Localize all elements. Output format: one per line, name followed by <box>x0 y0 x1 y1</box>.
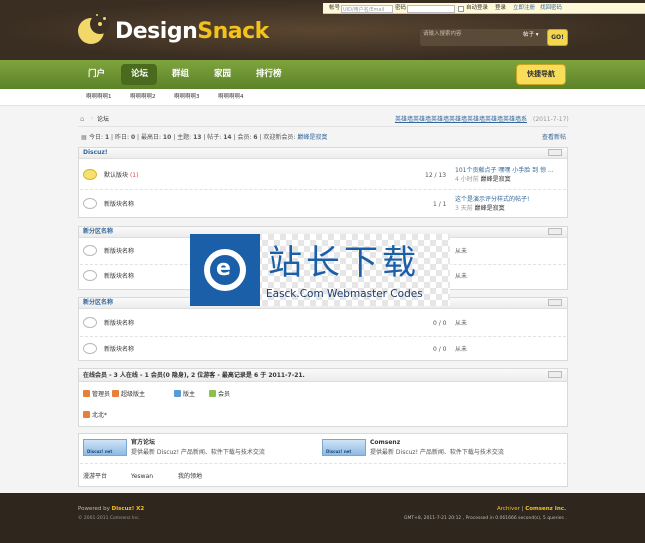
star-icon <box>98 22 102 26</box>
collapse-icon[interactable] <box>548 228 562 235</box>
quick-nav-button[interactable]: 快捷导航 <box>516 64 566 85</box>
last-post-info: 4 小时前 巅峰是寂寞 <box>455 176 511 183</box>
search-button[interactable]: GO! <box>547 29 568 46</box>
super-mod-icon <box>112 390 119 397</box>
subnav-item[interactable]: 啊啊啊啊1 <box>86 94 112 101</box>
copyright: © 2001-2011 Comsenz Inc. <box>78 516 141 521</box>
forum-name[interactable]: 新版块名称 <box>104 249 134 255</box>
online-user[interactable]: 北北* <box>92 413 107 419</box>
new-member-link[interactable]: 巅峰是寂寞 <box>297 134 327 141</box>
link-desc: 提供最新 Discuz! 产品新闻、软件下载与技术交流 <box>370 449 504 456</box>
last-post: 从未 <box>455 273 468 280</box>
forum-new-icon <box>83 169 97 180</box>
password-input[interactable] <box>407 4 455 13</box>
forum-count: 1 / 1 <box>433 201 447 208</box>
account-input[interactable]: UID/用户名/Email <box>341 4 393 13</box>
forum-name[interactable]: 新版块名称 <box>104 347 134 353</box>
member-icon <box>209 390 216 397</box>
link-desc: 提供最新 Discuz! 产品新闻、软件下载与技术交流 <box>131 449 265 456</box>
last-post: 从未 <box>455 346 468 353</box>
login-button[interactable]: 登录 <box>495 5 506 12</box>
nav-ranking[interactable]: 排行榜 <box>256 70 282 79</box>
text-link[interactable]: 漫游平台 <box>83 474 107 480</box>
search-input[interactable]: 请输入搜索内容 <box>423 31 523 43</box>
last-post-info: 3 天前 巅峰是寂寞 <box>455 205 505 212</box>
footer-links: Archiver | Comsenz Inc. <box>497 506 567 512</box>
archiver-link[interactable]: Archiver <box>497 506 520 512</box>
collapse-icon[interactable] <box>548 149 562 156</box>
discuz-badge-icon[interactable]: Discuz! net <box>322 439 366 456</box>
legend-super-mod: 超级版主 <box>121 391 146 398</box>
admin-user-icon <box>83 411 90 418</box>
category-title[interactable]: Discuz! <box>83 150 108 156</box>
forum-name[interactable]: 新版块名称 <box>104 202 134 208</box>
forum-icon <box>83 270 97 281</box>
forum-count: 0 / 0 <box>433 346 447 353</box>
breadcrumb-current: 论坛 <box>97 116 110 123</box>
stats-icon: ▦ <box>81 134 87 141</box>
moderator-icon <box>174 390 181 397</box>
retrieve-password-link[interactable]: 找回密码 <box>540 5 562 12</box>
auto-login-label: 自动登录 <box>466 4 489 11</box>
nav-forum[interactable]: 论坛 <box>131 70 148 79</box>
forum-icon <box>83 343 97 354</box>
star-icon <box>96 14 98 16</box>
marquee-date: (2011-7-17) <box>533 116 569 123</box>
home-icon[interactable]: ⌂ <box>80 116 84 123</box>
forum-icon <box>83 317 97 328</box>
forum-name[interactable]: 新版块名称 <box>104 321 134 327</box>
nav-portal[interactable]: 门户 <box>88 70 105 79</box>
link-name[interactable]: Comsenz <box>370 440 400 446</box>
online-title: 在线会员 - 3 人在线 - 1 会员(0 隐身), 2 位游客 - 最高记录是… <box>83 372 305 379</box>
subnav-item[interactable]: 啊啊啊啊2 <box>130 94 156 101</box>
password-label: 密码 <box>395 4 407 11</box>
forum-name[interactable]: 默认版块 (1) <box>104 173 138 179</box>
last-post: 从未 <box>455 320 468 327</box>
text-link[interactable]: 我的领地 <box>178 474 202 480</box>
subnav-item[interactable]: 啊啊啊啊3 <box>174 94 200 101</box>
watermark-subtitle: Easck.Com Webmaster Codes <box>266 288 423 300</box>
collapse-icon[interactable] <box>548 371 562 378</box>
discuz-badge-icon[interactable]: Discuz! net <box>83 439 127 456</box>
forum-count: 0 / 0 <box>433 320 447 327</box>
forum-stats: 今日: 1 | 昨日: 0 | 最高日: 10 | 主题: 13 | 帖子: 1… <box>89 134 328 141</box>
site-logo[interactable]: DesignSnack <box>115 21 269 43</box>
forum-name[interactable]: 新版块名称 <box>104 274 134 280</box>
subnav-item[interactable]: 啊啊啊啊4 <box>218 94 244 101</box>
category-title[interactable]: 新分区名称 <box>83 229 113 235</box>
category-title[interactable]: 新分区名称 <box>83 300 113 306</box>
account-label: 帐号 <box>329 4 341 11</box>
legend-moderator: 版主 <box>183 391 196 398</box>
marquee-link[interactable]: 英雄墙英雄墙英雄墙英雄墙英雄墙英雄墙英雄墙系 <box>395 117 527 123</box>
forum-icon <box>83 198 97 209</box>
search-type-select[interactable]: 帖子 ▾ <box>523 32 539 39</box>
login-bar: 帐号 UID/用户名/Email 密码 自动登录 登录 立即注册 找回密码 <box>323 3 645 14</box>
nav-home[interactable]: 家园 <box>214 70 231 79</box>
legend-admin: 管理员 <box>92 391 111 398</box>
forum-count: 12 / 13 <box>425 172 447 179</box>
auto-login-checkbox[interactable] <box>458 5 464 12</box>
last-post: 从未 <box>455 248 468 255</box>
register-link[interactable]: 立即注册 <box>513 5 535 12</box>
forum-icon <box>83 245 97 256</box>
text-link[interactable]: Yeswan <box>131 474 153 480</box>
star-icon <box>103 17 106 20</box>
processing-info: GMT+8, 2011-7-21 20:12 , Processed in 0.… <box>404 516 567 521</box>
last-post-link[interactable]: 这个是演示评分样式的帖子! <box>455 197 529 203</box>
watermark-title: 站长下载 <box>268 243 420 283</box>
last-post-link[interactable]: 101个贡献点子 嘿嘿 小手脸 到 惊 ... <box>455 168 554 174</box>
collapse-icon[interactable] <box>548 299 562 306</box>
company-link[interactable]: Comsenz Inc. <box>525 506 566 512</box>
legend-member: 会员 <box>218 391 231 398</box>
powered-by: Powered by Discuz! X2 <box>78 506 145 512</box>
view-new-posts-link[interactable]: 查看新帖 <box>542 135 566 141</box>
nav-group[interactable]: 群组 <box>172 70 189 79</box>
admin-user-icon <box>83 390 90 397</box>
link-name[interactable]: 官方论坛 <box>131 440 155 446</box>
